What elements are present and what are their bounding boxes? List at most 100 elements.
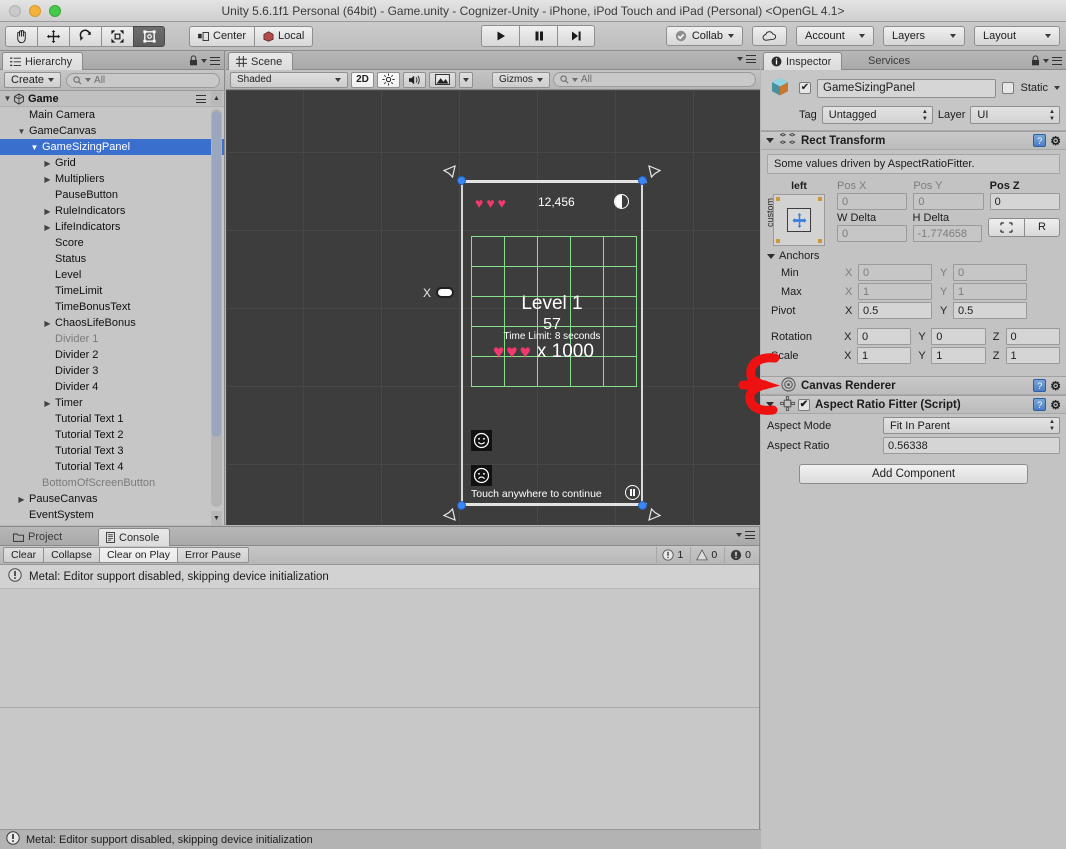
menu-icon[interactable] xyxy=(1052,56,1062,65)
console-tab-menu[interactable] xyxy=(736,531,755,539)
foldout-icon[interactable]: ▼ xyxy=(29,143,40,152)
anchor-min-y-input[interactable]: 0 xyxy=(953,264,1027,281)
rotation-y-input[interactable]: 0 xyxy=(931,328,986,345)
foldout-icon[interactable]: ▶ xyxy=(42,223,53,232)
pivot-mode-button[interactable]: Center xyxy=(189,25,255,47)
toggle-2d-button[interactable]: 2D xyxy=(351,71,374,88)
w-delta-input[interactable]: 0 xyxy=(837,225,907,242)
collapse-button[interactable]: Collapse xyxy=(43,547,99,563)
play-button[interactable] xyxy=(481,25,519,47)
scene-tab-menu[interactable] xyxy=(737,55,756,63)
gizmos-dropdown[interactable]: Gizmos xyxy=(492,71,550,88)
hierarchy-item-ruleindicators[interactable]: ▶ RuleIndicators xyxy=(0,203,224,219)
hierarchy-scrollbar[interactable] xyxy=(211,109,222,507)
gear-icon[interactable]: ⚙ xyxy=(1050,398,1061,412)
cloud-button[interactable] xyxy=(752,26,787,46)
add-component-button[interactable]: Add Component xyxy=(799,464,1028,484)
pivot-rotation-button[interactable]: Local xyxy=(254,25,314,47)
hierarchy-item-pausebutton[interactable]: PauseButton xyxy=(0,187,224,203)
hierarchy-item-chaoslifebonus[interactable]: ▶ ChaosLifeBonus xyxy=(0,315,224,331)
scale-tool-button[interactable] xyxy=(101,25,133,47)
clear-on-play-button[interactable]: Clear on Play xyxy=(98,547,177,563)
foldout-icon[interactable]: ▶ xyxy=(16,495,27,504)
account-button[interactable]: Account xyxy=(796,26,874,46)
aspect-ratio-fitter-enabled-checkbox[interactable] xyxy=(798,398,810,411)
effects-dropdown-button[interactable] xyxy=(459,71,473,88)
h-delta-input[interactable]: -1.774658 xyxy=(912,225,982,242)
foldout-icon[interactable] xyxy=(766,138,774,143)
info-count-toggle[interactable]: 1 xyxy=(656,547,688,563)
pause-circle-icon[interactable] xyxy=(625,485,640,500)
anchor-preset-box[interactable] xyxy=(773,194,825,246)
toggle-lighting-button[interactable] xyxy=(377,71,400,88)
hierarchy-item-lifeindicators[interactable]: ▶ LifeIndicators xyxy=(0,219,224,235)
hierarchy-item-tutorial-text-2[interactable]: Tutorial Text 2 xyxy=(0,427,224,443)
clear-button[interactable]: Clear xyxy=(3,547,44,563)
hierarchy-item-timer[interactable]: ▶ Timer xyxy=(0,395,224,411)
tab-hierarchy[interactable]: Hierarchy xyxy=(2,52,84,70)
canvas-renderer-header[interactable]: Canvas Renderer ? ⚙ xyxy=(761,376,1066,395)
hierarchy-item-gamecanvas[interactable]: ▼ GameCanvas xyxy=(0,123,224,139)
error-count-toggle[interactable]: 0 xyxy=(724,547,756,563)
toggle-effects-button[interactable] xyxy=(429,71,456,88)
anchors-foldout-row[interactable]: Anchors xyxy=(767,250,1060,262)
toggle-audio-button[interactable] xyxy=(403,71,426,88)
foldout-icon[interactable] xyxy=(766,402,774,407)
tab-project[interactable]: Project xyxy=(6,528,72,546)
hierarchy-item-main-camera[interactable]: Main Camera xyxy=(0,107,224,123)
shading-mode-dropdown[interactable]: Shaded xyxy=(230,71,348,88)
collab-button[interactable]: Collab xyxy=(665,26,743,46)
scale-x-input[interactable]: 1 xyxy=(856,347,912,364)
chevron-down-icon[interactable] xyxy=(1054,86,1060,90)
layout-button[interactable]: Layout xyxy=(974,26,1060,46)
step-button[interactable] xyxy=(557,25,595,47)
hierarchy-item-tutorial-text-4[interactable]: Tutorial Text 4 xyxy=(0,459,224,475)
hierarchy-item-multipliers[interactable]: ▶ Multipliers xyxy=(0,171,224,187)
hierarchy-item-bottomofscreenbutton[interactable]: BottomOfScreenButton xyxy=(0,475,224,491)
menu-icon[interactable] xyxy=(210,56,220,65)
hierarchy-item-score[interactable]: Score xyxy=(0,235,224,251)
anchor-min-x-input[interactable]: 0 xyxy=(858,264,932,281)
pivot-y-input[interactable]: 0.5 xyxy=(953,302,1027,319)
console-log-list[interactable]: Metal: Editor support disabled, skipping… xyxy=(0,565,759,707)
error-pause-button[interactable]: Error Pause xyxy=(176,547,250,563)
rect-transform-header[interactable]: Rect Transform ? ⚙ xyxy=(761,131,1066,150)
inspector-tab-menu[interactable] xyxy=(1031,55,1062,66)
aspect-ratio-fitter-header[interactable]: Aspect Ratio Fitter (Script) ? ⚙ xyxy=(761,395,1066,414)
hierarchy-tree[interactable]: ▼ Game Main Camera ▼ GameCanvas ▼ GameSizing… xyxy=(0,91,224,525)
scene-foldout-icon[interactable]: ▼ xyxy=(2,94,13,103)
tab-services[interactable]: Services xyxy=(861,52,920,70)
hierarchy-item-tutorial-text-3[interactable]: Tutorial Text 3 xyxy=(0,443,224,459)
scene-context-menu-icon[interactable] xyxy=(196,95,206,103)
hierarchy-item-timelimit[interactable]: TimeLimit xyxy=(0,283,224,299)
smiley-sad-icon[interactable] xyxy=(471,465,492,486)
scale-y-input[interactable]: 1 xyxy=(931,347,986,364)
anchor-max-y-input[interactable]: 1 xyxy=(953,283,1027,300)
foldout-icon[interactable]: ▶ xyxy=(42,207,53,216)
tab-scene[interactable]: Scene xyxy=(228,52,294,70)
hierarchy-item-tutorial-text-1[interactable]: Tutorial Text 1 xyxy=(0,411,224,427)
static-checkbox[interactable] xyxy=(1002,82,1015,94)
move-tool-button[interactable] xyxy=(37,25,69,47)
aspect-mode-dropdown[interactable]: Fit In Parent ▲ ▼ xyxy=(883,417,1060,434)
scene-search-input[interactable]: All xyxy=(552,72,756,87)
gameobject-active-checkbox[interactable] xyxy=(799,82,811,94)
hierarchy-item-divider-2[interactable]: Divider 2 xyxy=(0,347,224,363)
aspect-ratio-input[interactable]: 0.56338 xyxy=(883,437,1060,454)
hierarchy-item-timebonustext[interactable]: TimeBonusText xyxy=(0,299,224,315)
hierarchy-item-status[interactable]: Status xyxy=(0,251,224,267)
foldout-icon[interactable]: ▶ xyxy=(42,175,53,184)
status-bar[interactable]: Metal: Editor support disabled, skipping… xyxy=(0,829,761,849)
rect-tool-button[interactable] xyxy=(133,25,165,47)
hierarchy-item-divider-3[interactable]: Divider 3 xyxy=(0,363,224,379)
tab-inspector[interactable]: Inspector xyxy=(763,52,843,70)
hierarchy-scroll-up-button[interactable]: ▲ xyxy=(211,91,222,105)
hierarchy-item-pausecanvas[interactable]: ▶ PauseCanvas xyxy=(0,491,224,507)
menu-icon[interactable] xyxy=(746,55,756,63)
help-icon[interactable]: ? xyxy=(1033,398,1047,411)
gear-icon[interactable]: ⚙ xyxy=(1050,379,1061,393)
create-button[interactable]: Create xyxy=(4,72,62,88)
rect-handle-bottom-right[interactable] xyxy=(638,501,647,510)
layers-button[interactable]: Layers xyxy=(883,26,965,46)
hierarchy-item-divider-4[interactable]: Divider 4 xyxy=(0,379,224,395)
